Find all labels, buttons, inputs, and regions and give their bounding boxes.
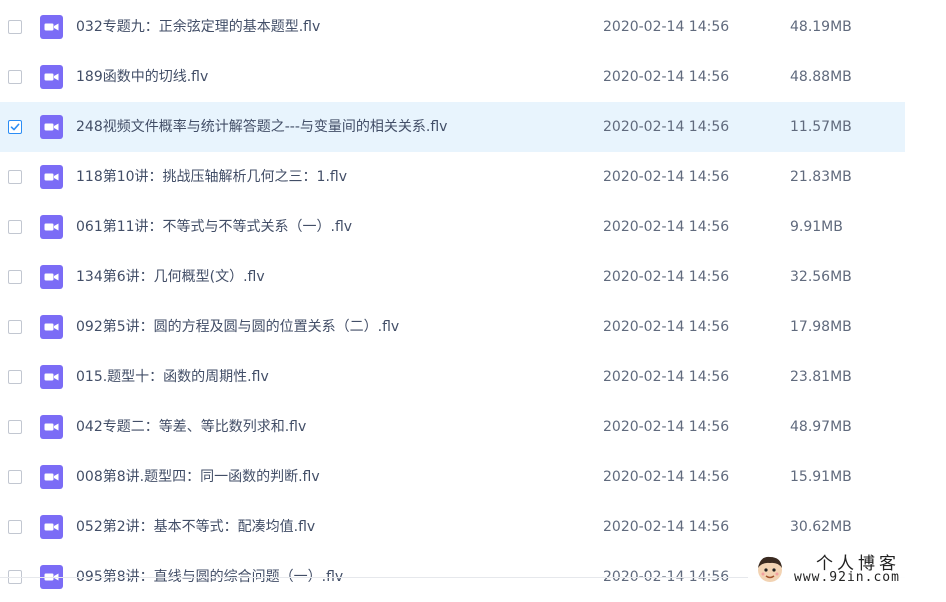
file-size: 15.91MB	[790, 469, 852, 485]
file-name[interactable]: 008第8讲.题型四：同一函数的判断.flv	[76, 452, 320, 502]
file-size: 32.56MB	[790, 269, 852, 285]
video-file-icon	[40, 165, 63, 189]
file-row[interactable]: 015.题型十：函数的周期性.flv 2020-02-14 14:56 23.81M…	[0, 352, 905, 402]
video-file-icon	[40, 115, 63, 139]
file-size: 21.83MB	[790, 169, 852, 185]
file-date: 2020-02-14 14:56	[603, 219, 730, 235]
video-file-icon	[40, 15, 63, 39]
file-row[interactable]: 248视频文件概率与统计解答题之---与变量间的相关关系.flv 2020-02-…	[0, 102, 905, 152]
file-size: 48.88MB	[790, 69, 852, 85]
file-row[interactable]: 061第11讲：不等式与不等式关系（一）.flv 2020-02-14 14:56…	[0, 202, 905, 252]
watermark-url: www.92in.com	[794, 570, 900, 585]
file-date: 2020-02-14 14:56	[603, 119, 730, 135]
video-file-icon	[40, 365, 63, 389]
file-name[interactable]: 134第6讲：几何概型(文）.flv	[76, 252, 265, 302]
file-size: 9.91MB	[790, 219, 843, 235]
watermark: 个人博客 www.92in.com	[748, 545, 946, 591]
row-checkbox[interactable]	[8, 470, 22, 484]
file-list: 032专题九：正余弦定理的基本题型.flv 2020-02-14 14:56 48.…	[0, 2, 905, 602]
video-file-icon	[40, 315, 63, 339]
file-row[interactable]: 008第8讲.题型四：同一函数的判断.flv 2020-02-14 14:56 15…	[0, 452, 905, 502]
file-date: 2020-02-14 14:56	[603, 19, 730, 35]
file-size: 11.57MB	[790, 119, 852, 135]
file-date: 2020-02-14 14:56	[603, 269, 730, 285]
file-size: 23.81MB	[790, 369, 852, 385]
file-row[interactable]: 118第10讲：挑战压轴解析几何之三：1.flv 2020-02-14 14:56…	[0, 152, 905, 202]
file-date: 2020-02-14 14:56	[603, 419, 730, 435]
avatar-icon	[758, 556, 782, 582]
video-file-icon	[40, 465, 63, 489]
file-size: 17.98MB	[790, 319, 852, 335]
file-row[interactable]: 189函数中的切线.flv 2020-02-14 14:56 48.88MB	[0, 52, 905, 102]
video-file-icon	[40, 515, 63, 539]
file-row[interactable]: 032专题九：正余弦定理的基本题型.flv 2020-02-14 14:56 48.…	[0, 2, 905, 52]
file-row[interactable]: 092第5讲：圆的方程及圆与圆的位置关系（二）.flv 2020-02-14 14…	[0, 302, 905, 352]
row-checkbox[interactable]	[8, 170, 22, 184]
file-name[interactable]: 015.题型十：函数的周期性.flv	[76, 352, 269, 402]
file-name[interactable]: 052第2讲：基本不等式：配凑均值.flv	[76, 502, 315, 552]
file-date: 2020-02-14 14:56	[603, 69, 730, 85]
row-checkbox[interactable]	[8, 20, 22, 34]
row-checkbox[interactable]	[8, 520, 22, 534]
video-file-icon	[40, 265, 63, 289]
file-size: 48.97MB	[790, 419, 852, 435]
file-date: 2020-02-14 14:56	[603, 469, 730, 485]
video-file-icon	[40, 65, 63, 89]
row-checkbox[interactable]	[8, 320, 22, 334]
file-date: 2020-02-14 14:56	[603, 369, 730, 385]
row-checkbox[interactable]	[8, 220, 22, 234]
row-checkbox[interactable]	[8, 120, 22, 134]
video-file-icon	[40, 415, 63, 439]
row-checkbox[interactable]	[8, 370, 22, 384]
file-row[interactable]: 134第6讲：几何概型(文）.flv 2020-02-14 14:56 32.56M…	[0, 252, 905, 302]
file-name[interactable]: 118第10讲：挑战压轴解析几何之三：1.flv	[76, 152, 347, 202]
row-checkbox[interactable]	[8, 270, 22, 284]
file-date: 2020-02-14 14:56	[603, 169, 730, 185]
file-name[interactable]: 092第5讲：圆的方程及圆与圆的位置关系（二）.flv	[76, 302, 399, 352]
file-row[interactable]: 042专题二：等差、等比数列求和.flv 2020-02-14 14:56 48.9…	[0, 402, 905, 452]
file-date: 2020-02-14 14:56	[603, 519, 730, 535]
file-name[interactable]: 032专题九：正余弦定理的基本题型.flv	[76, 2, 320, 52]
file-name[interactable]: 248视频文件概率与统计解答题之---与变量间的相关关系.flv	[76, 102, 447, 152]
video-file-icon	[40, 215, 63, 239]
checkmark-icon	[10, 123, 20, 131]
file-name[interactable]: 061第11讲：不等式与不等式关系（一）.flv	[76, 202, 352, 252]
file-date: 2020-02-14 14:56	[603, 319, 730, 335]
row-checkbox[interactable]	[8, 70, 22, 84]
file-size: 48.19MB	[790, 19, 852, 35]
file-name[interactable]: 189函数中的切线.flv	[76, 52, 208, 102]
row-checkbox[interactable]	[8, 420, 22, 434]
file-name[interactable]: 042专题二：等差、等比数列求和.flv	[76, 402, 306, 452]
